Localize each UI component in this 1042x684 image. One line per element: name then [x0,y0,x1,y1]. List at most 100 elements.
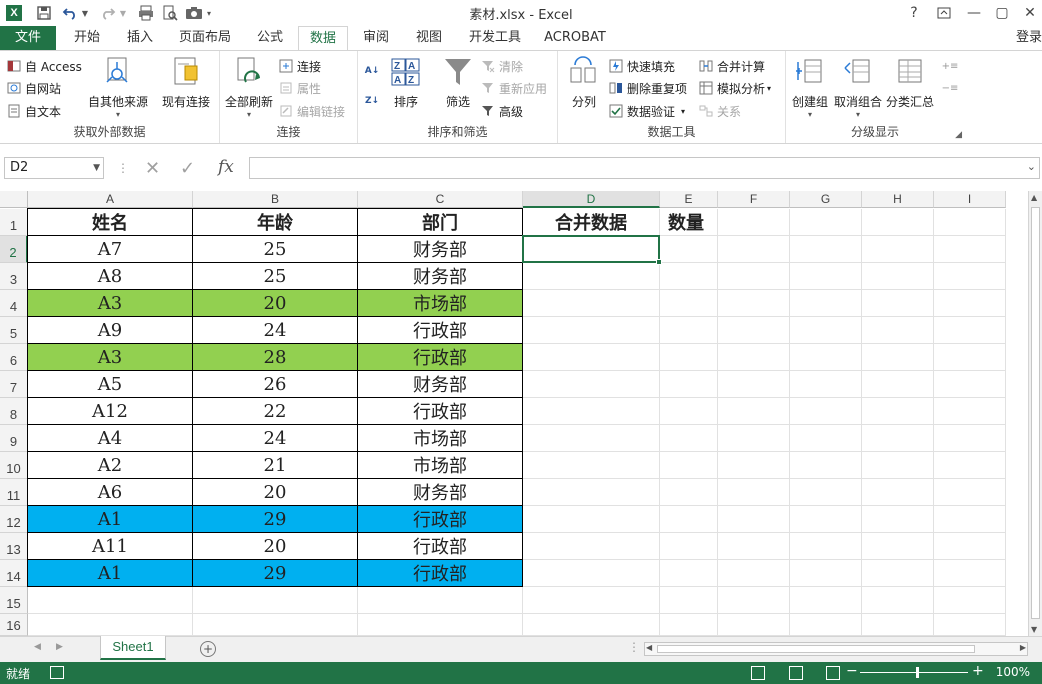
header-dept-cell[interactable]: 部门 [358,209,523,236]
edit-links-button[interactable]: 编辑链接 [278,101,345,121]
row-header-15[interactable]: 15 [0,587,28,614]
data-validation-button[interactable]: 数据验证 ▾ [608,101,685,121]
cell[interactable] [718,614,790,636]
horizontal-scroll-thumb[interactable] [657,645,975,653]
cell[interactable] [934,398,1006,425]
cell[interactable] [934,209,1006,236]
cell[interactable] [718,236,790,263]
cell[interactable] [28,587,193,614]
cell[interactable] [660,506,718,533]
cell[interactable] [193,614,358,636]
zoom-slider-thumb[interactable] [916,667,919,678]
age-cell[interactable]: 26 [193,371,358,398]
cell[interactable] [934,533,1006,560]
tab-developer[interactable]: 开发工具 [460,26,530,50]
cell[interactable] [862,533,934,560]
dept-cell[interactable]: 行政部 [358,344,523,371]
cell[interactable] [790,506,862,533]
minimize-button[interactable]: — [960,2,988,24]
cell[interactable] [660,236,718,263]
cell[interactable] [934,452,1006,479]
remove-duplicates-button[interactable]: 删除重复项 [608,78,687,98]
cell[interactable] [862,236,934,263]
tab-formulas[interactable]: 公式 [246,26,294,50]
column-header-e[interactable]: E [660,191,718,208]
add-sheet-button[interactable]: + [200,641,216,657]
column-header-h[interactable]: H [862,191,934,208]
name-cell[interactable]: A3 [28,344,193,371]
dept-cell[interactable]: 行政部 [358,533,523,560]
cell[interactable] [790,452,862,479]
cell[interactable] [862,317,934,344]
fill-handle[interactable] [656,259,662,265]
cell[interactable] [718,587,790,614]
close-button[interactable]: ✕ [1016,2,1042,24]
cell[interactable] [934,560,1006,587]
zoom-out-button[interactable]: − [846,663,858,679]
name-cell[interactable]: A8 [28,263,193,290]
from-text-button[interactable]: 自文本 [6,101,61,121]
cell[interactable] [523,452,660,479]
insert-function-icon[interactable]: fx [218,157,234,177]
dept-cell[interactable]: 市场部 [358,425,523,452]
row-header-9[interactable]: 9 [0,425,28,452]
dept-cell[interactable]: 行政部 [358,560,523,587]
ungroup-button[interactable]: 取消组合 ▾ [834,55,882,119]
row-header-2[interactable]: 2 [0,236,28,263]
cell[interactable] [660,425,718,452]
cell[interactable] [718,560,790,587]
group-button[interactable]: 创建组 ▾ [792,55,828,119]
cell[interactable] [718,452,790,479]
scroll-up-icon[interactable]: ▲ [1031,193,1037,202]
cell[interactable] [790,290,862,317]
what-if-analysis-button[interactable]: 模拟分析 ▾ [698,78,771,98]
cell[interactable] [790,479,862,506]
scroll-right-icon[interactable]: ▶ [1020,643,1026,652]
from-access-button[interactable]: 自 Access [6,56,82,76]
tab-view[interactable]: 视图 [405,26,453,50]
cell[interactable] [862,290,934,317]
age-cell[interactable]: 29 [193,506,358,533]
cell[interactable] [660,560,718,587]
cell[interactable] [790,209,862,236]
dept-cell[interactable]: 财务部 [358,371,523,398]
select-all-corner[interactable] [0,191,28,208]
subtotal-button[interactable]: 分类汇总 [886,55,934,110]
sheet-tab-sheet1[interactable]: Sheet1 [100,636,166,660]
dept-cell[interactable]: 行政部 [358,317,523,344]
cell[interactable] [523,317,660,344]
cell[interactable] [718,506,790,533]
cell[interactable] [660,344,718,371]
name-cell[interactable]: A1 [28,560,193,587]
cell[interactable] [934,506,1006,533]
cell[interactable] [523,290,660,317]
macro-record-icon[interactable] [50,666,64,679]
cell[interactable] [790,614,862,636]
tab-home[interactable]: 开始 [62,26,112,50]
dialog-launcher-icon[interactable]: ◢ [955,130,962,140]
row-header-12[interactable]: 12 [0,506,28,533]
age-cell[interactable]: 20 [193,290,358,317]
cell[interactable] [718,371,790,398]
age-cell[interactable]: 24 [193,317,358,344]
row-header-7[interactable]: 7 [0,371,28,398]
tab-review[interactable]: 审阅 [352,26,400,50]
from-web-button[interactable]: 自网站 [6,78,61,98]
column-header-c[interactable]: C [358,191,523,208]
header-merged-data-cell[interactable]: 合并数据 [523,209,660,236]
cell[interactable] [718,209,790,236]
cell[interactable] [862,371,934,398]
cell[interactable] [718,398,790,425]
show-detail-button[interactable]: +≡ [942,56,961,76]
header-name-cell[interactable]: 姓名 [28,209,193,236]
help-button[interactable]: ? [900,2,928,24]
cell[interactable] [934,290,1006,317]
cell[interactable] [193,587,358,614]
age-cell[interactable]: 22 [193,398,358,425]
cell[interactable] [523,614,660,636]
name-cell[interactable]: A3 [28,290,193,317]
cell[interactable] [934,614,1006,636]
cell[interactable] [790,587,862,614]
refresh-all-button[interactable]: 全部刷新 ▾ [225,55,273,119]
name-cell[interactable]: A6 [28,479,193,506]
